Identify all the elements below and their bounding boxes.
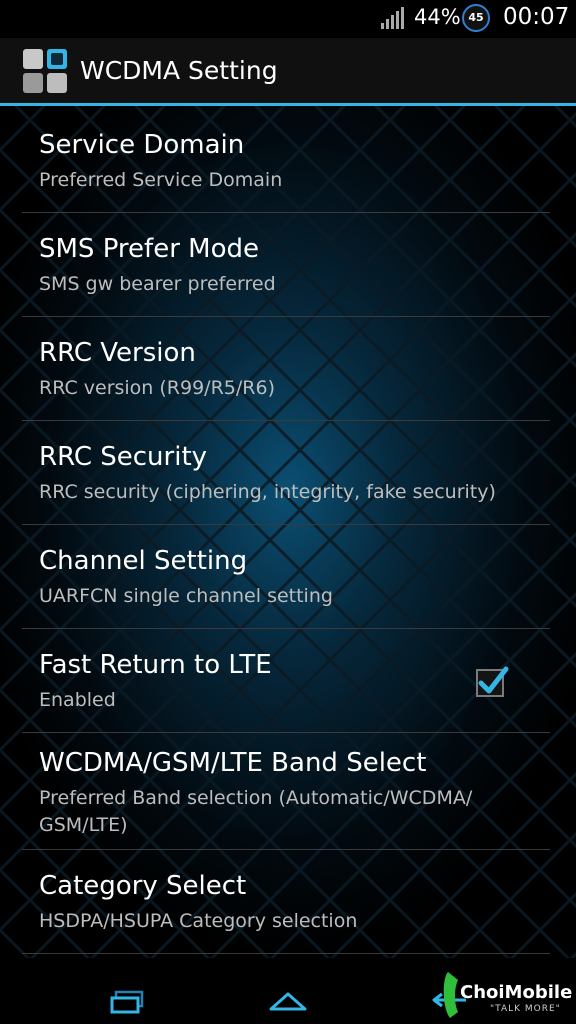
setting-sms-prefer-mode[interactable]: SMS Prefer Mode SMS gw bearer preferred [0, 213, 576, 316]
recent-apps-button[interactable] [68, 958, 188, 1024]
page-title: WCDMA Setting [80, 56, 278, 85]
setting-summary: HSDPA/HSUPA Category selection [39, 910, 358, 932]
settings-list: Service Domain Preferred Service Domain … [0, 106, 576, 958]
action-bar: WCDMA Setting [0, 38, 576, 106]
watermark-tagline: "TALK MORE" [490, 1004, 561, 1014]
setting-title: RRC Version [39, 338, 196, 368]
fast-return-checkbox[interactable] [476, 666, 509, 697]
setting-category-select[interactable]: Category Select HSDPA/HSUPA Category sel… [0, 850, 576, 953]
recent-apps-icon [110, 990, 144, 1014]
setting-title: Fast Return to LTE [39, 650, 272, 680]
setting-title: Category Select [39, 871, 247, 901]
setting-title: SMS Prefer Mode [39, 234, 259, 264]
clock: 00:07 [503, 4, 570, 30]
setting-summary: UARFCN single channel setting [39, 585, 333, 607]
setting-band-select[interactable]: WCDMA/GSM/LTE Band Select Preferred Band… [0, 733, 576, 849]
setting-fast-return-to-lte[interactable]: Fast Return to LTE Enabled [0, 629, 576, 732]
setting-title: RRC Security [39, 442, 208, 472]
watermark-brand: ChoiMobile [460, 982, 573, 1003]
setting-summary: SMS gw bearer preferred [39, 273, 276, 295]
setting-summary: Preferred Service Domain [39, 169, 283, 191]
setting-summary: RRC security (ciphering, integrity, fake… [39, 481, 496, 503]
battery-percentage: 44% [414, 5, 461, 29]
setting-summary: RRC version (R99/R5/R6) [39, 377, 275, 399]
setting-summary: Enabled [39, 689, 116, 711]
setting-rrc-security[interactable]: RRC Security RRC security (ciphering, in… [0, 421, 576, 524]
home-button[interactable] [228, 958, 348, 1024]
notification-badge-icon: 45 [462, 4, 490, 32]
signal-strength-icon [381, 7, 404, 29]
setting-summary: Preferred Band selection (Automatic/WCDM… [39, 787, 473, 836]
status-bar: 44% 45 00:07 [0, 0, 576, 38]
setting-title: Service Domain [39, 130, 245, 160]
home-icon [269, 992, 307, 1011]
setting-rrc-version[interactable]: RRC Version RRC version (R99/R5/R6) [0, 317, 576, 420]
checkmark-icon [478, 666, 509, 694]
setting-title: WCDMA/GSM/LTE Band Select [39, 748, 427, 778]
divider [22, 953, 550, 954]
grid-app-icon[interactable] [22, 48, 68, 94]
setting-title: Channel Setting [39, 546, 248, 576]
setting-channel-setting[interactable]: Channel Setting UARFCN single channel se… [0, 525, 576, 628]
watermark: ChoiMobile "TALK MORE" [440, 966, 576, 1024]
setting-service-domain[interactable]: Service Domain Preferred Service Domain [0, 106, 576, 212]
